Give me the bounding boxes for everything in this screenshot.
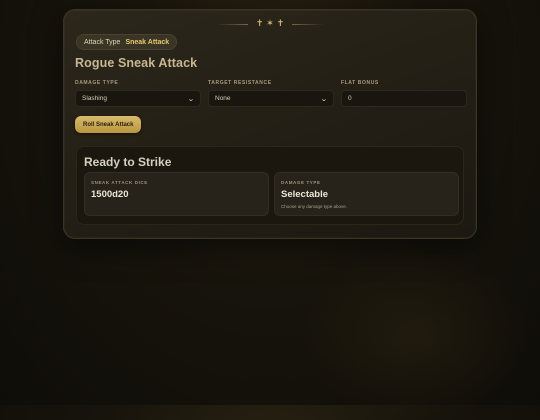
- result-panel: Ready to Strike SNEAK ATTACK DICE 1500d2…: [76, 146, 464, 225]
- ornament-icon: ✝ ✶ ✝: [255, 19, 285, 29]
- target-resistance-value: None: [215, 95, 231, 102]
- flat-bonus-input[interactable]: 0: [341, 90, 467, 107]
- dice-value: 1500d20: [91, 189, 129, 200]
- result-title: Ready to Strike: [84, 155, 172, 169]
- flat-bonus-field: FLAT BONUS 0: [341, 80, 467, 107]
- roll-sneak-attack-button[interactable]: Roll Sneak Attack: [75, 116, 142, 133]
- badge-value: Sneak Attack: [125, 38, 170, 46]
- result-damage-type-note: Choose any damage type above.: [281, 204, 348, 209]
- sneak-attack-card: ✝ ✶ ✝ Attack Type Sneak Attack Rogue Sne…: [63, 9, 477, 239]
- badge-label: Attack Type: [84, 38, 121, 46]
- page-title: Rogue Sneak Attack: [75, 56, 198, 70]
- damage-type-field: DAMAGE TYPE Slashing ⌄: [75, 80, 201, 107]
- dice-label: SNEAK ATTACK DICE: [91, 180, 148, 185]
- ornament-line-right: [292, 23, 325, 25]
- sneak-attack-dice-stat: SNEAK ATTACK DICE 1500d20: [84, 172, 269, 216]
- damage-type-label: DAMAGE TYPE: [75, 80, 119, 86]
- damage-type-select[interactable]: Slashing ⌄: [75, 90, 201, 107]
- target-resistance-label: TARGET RESISTANCE: [208, 80, 272, 86]
- ornament-divider: ✝ ✶ ✝: [64, 19, 476, 29]
- flat-bonus-value: 0: [348, 95, 352, 102]
- ornament-line-left: [215, 23, 248, 25]
- target-resistance-field: TARGET RESISTANCE None ⌄: [208, 80, 334, 107]
- target-resistance-select[interactable]: None ⌄: [208, 90, 334, 107]
- flat-bonus-label: FLAT BONUS: [341, 80, 379, 86]
- result-damage-type-label: DAMAGE TYPE: [281, 180, 321, 185]
- background-glow: [300, 250, 530, 420]
- attack-type-badge: Attack Type Sneak Attack: [76, 34, 178, 50]
- result-damage-type-value: Selectable: [281, 189, 328, 200]
- chevron-down-icon: ⌄: [187, 95, 195, 103]
- damage-type-value: Slashing: [82, 95, 107, 102]
- damage-type-stat: DAMAGE TYPE Selectable Choose any damage…: [274, 172, 459, 216]
- chevron-down-icon: ⌄: [320, 95, 328, 103]
